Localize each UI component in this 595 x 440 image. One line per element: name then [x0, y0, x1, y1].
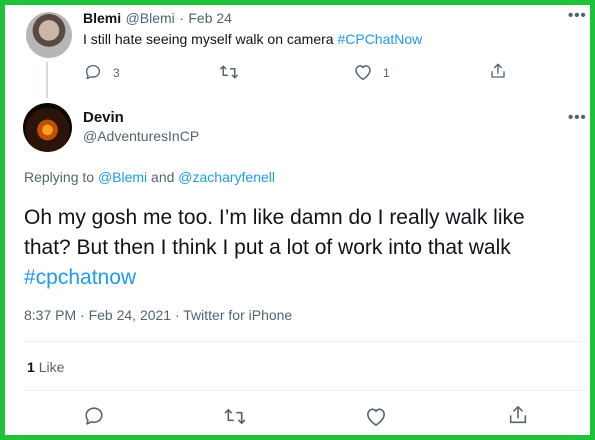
- main-tweet-line-2: that? But then I think I put a lot of wo…: [24, 236, 511, 259]
- main-tweet-meta: 8:37 PM · Feb 24, 2021 · Twitter for iPh…: [24, 307, 292, 323]
- parent-reply-count: 3: [113, 66, 120, 80]
- avatar-devin[interactable]: [23, 103, 72, 152]
- replying-user-blemi[interactable]: @Blemi: [98, 169, 147, 185]
- like-icon[interactable]: [353, 63, 373, 81]
- main-like-count: 1: [27, 359, 35, 375]
- replying-user-zacharyfenell[interactable]: @zacharyfenell: [178, 169, 275, 185]
- thread-connector-line: [46, 62, 48, 98]
- parent-tweet-text: I still hate seeing myself walk on camer…: [83, 31, 422, 47]
- main-more-icon[interactable]: •••: [568, 109, 587, 126]
- main-author-handle[interactable]: @AdventuresInCP: [83, 128, 199, 144]
- parent-hashtag-link[interactable]: #CPChatNow: [337, 31, 422, 47]
- parent-tweet-body: I still hate seeing myself walk on camer…: [83, 31, 338, 47]
- parent-tweet-date[interactable]: Feb 24: [188, 10, 232, 26]
- likes-summary[interactable]: 1 Like: [27, 359, 64, 375]
- main-retweet-icon[interactable]: [223, 406, 247, 427]
- main-like-label: Like: [38, 359, 65, 375]
- main-tweet-text: Oh my gosh me too. I’m like damn do I re…: [24, 203, 525, 293]
- main-tweet-source[interactable]: Twitter for iPhone: [183, 307, 292, 323]
- main-author-name[interactable]: Devin: [83, 109, 124, 126]
- main-reply-icon[interactable]: [83, 405, 105, 427]
- main-share-icon[interactable]: [507, 404, 529, 426]
- main-like-icon[interactable]: [364, 406, 388, 427]
- avatar-blemi[interactable]: [26, 12, 72, 58]
- parent-more-icon[interactable]: •••: [568, 7, 587, 24]
- main-tweet-timestamp[interactable]: 8:37 PM · Feb 24, 2021 ·: [24, 307, 183, 323]
- parent-author-name[interactable]: Blemi: [83, 10, 121, 26]
- main-tweet-line-1: Oh my gosh me too. I’m like damn do I re…: [24, 206, 525, 229]
- reply-icon[interactable]: [84, 63, 102, 81]
- separator-dot: ·: [179, 10, 184, 26]
- parent-author-handle[interactable]: @Blemi: [126, 10, 175, 26]
- main-hashtag-link[interactable]: #cpchatnow: [24, 263, 525, 293]
- parent-like-count: 1: [383, 66, 390, 80]
- retweet-icon[interactable]: [219, 63, 239, 81]
- replying-to-line: Replying to @Blemi and @zacharyfenell: [24, 169, 275, 185]
- tweet-card: Blemi @Blemi · Feb 24 ••• I still hate s…: [0, 0, 595, 440]
- replying-prefix: Replying to: [24, 169, 98, 185]
- share-icon[interactable]: [489, 62, 507, 80]
- divider-top: [23, 341, 590, 342]
- divider-bottom: [23, 390, 590, 391]
- replying-and: and: [147, 169, 179, 185]
- parent-tweet-header: Blemi @Blemi · Feb 24: [83, 10, 232, 28]
